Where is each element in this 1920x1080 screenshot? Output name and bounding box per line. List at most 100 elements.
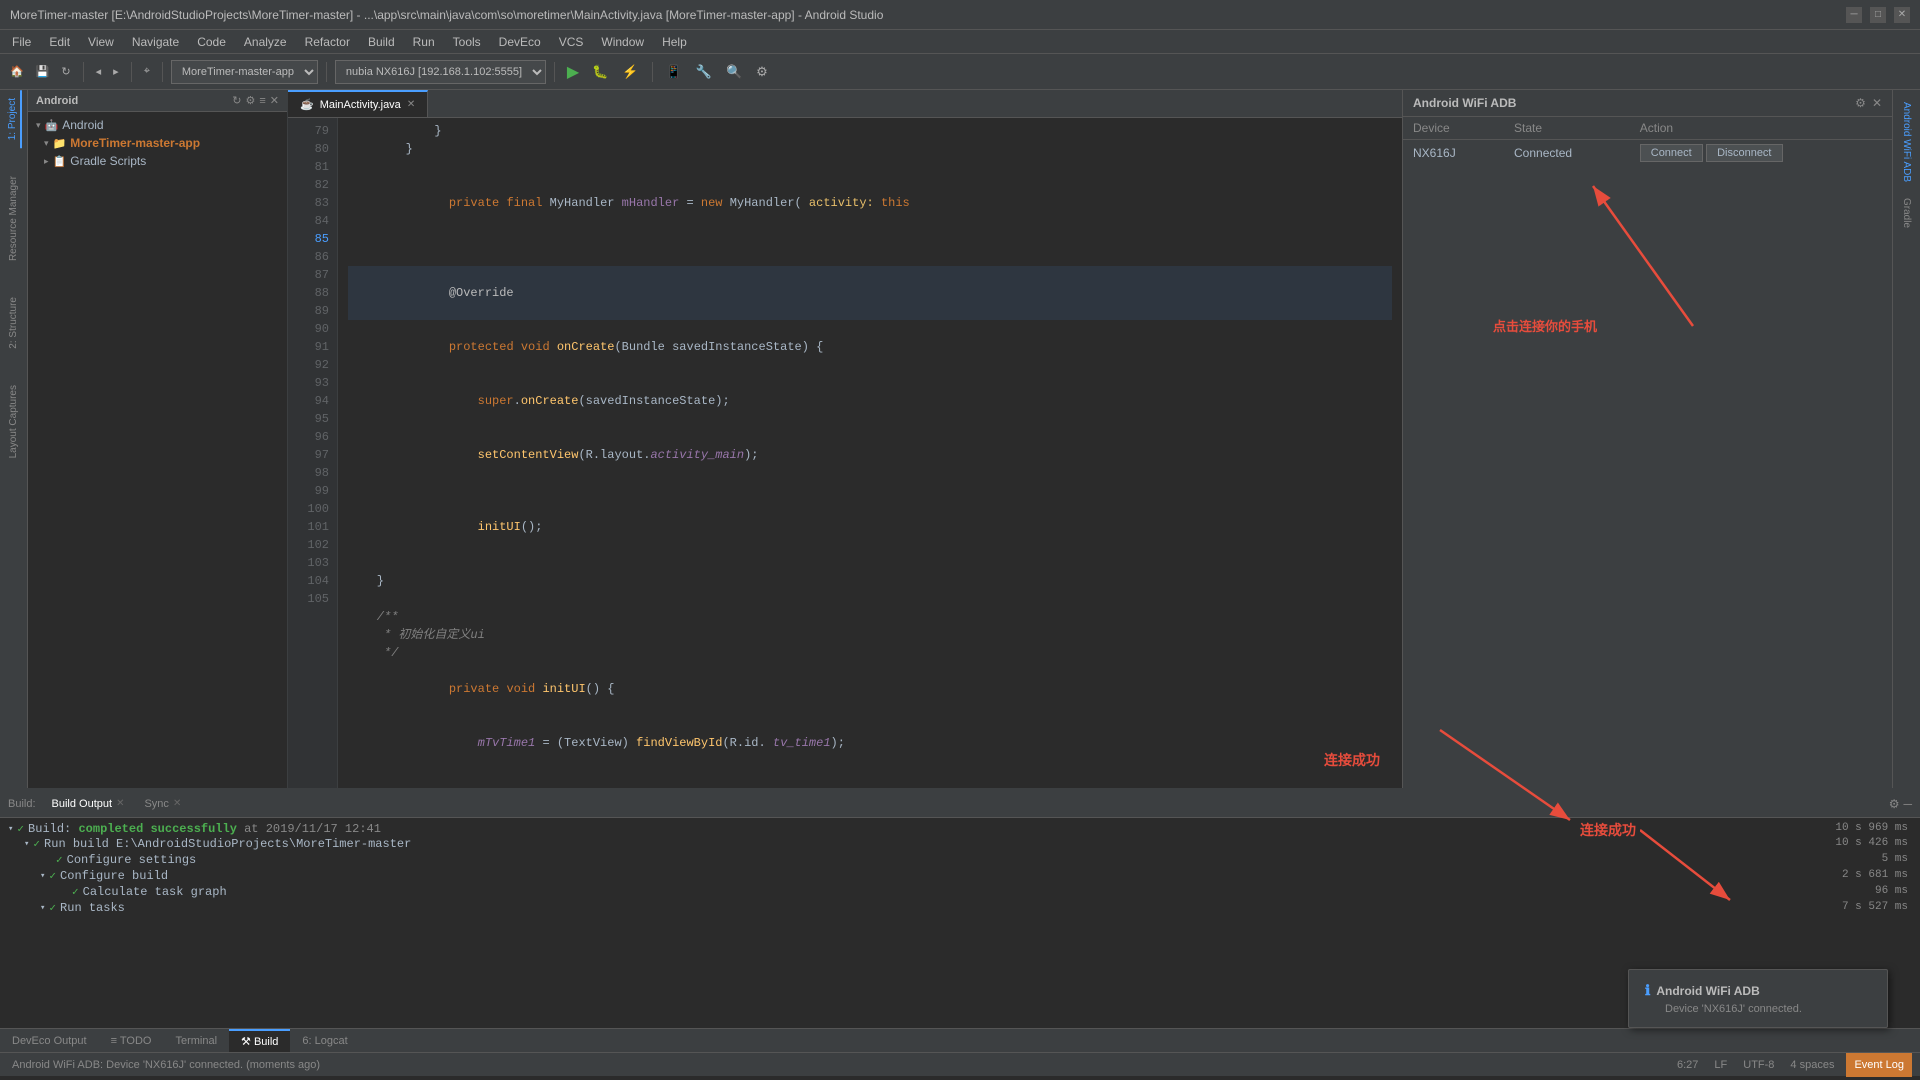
maximize-button[interactable]: □ (1870, 7, 1886, 23)
project-header-icons: ↻ ⚙ ≡ ✕ (232, 94, 279, 107)
disconnect-button[interactable]: Disconnect (1706, 144, 1782, 162)
expand-arrow-1[interactable]: ▾ (24, 839, 29, 849)
build-left-2: ✓ Configure settings (40, 853, 1878, 867)
sync-close[interactable]: ✕ (173, 798, 181, 809)
tool-tab-todo[interactable]: ≡ TODO (99, 1029, 164, 1052)
toolbar-cursor-btn[interactable]: ⌖ (140, 63, 154, 80)
device-dropdown[interactable]: nubia NX616J [192.168.1.102:5555] (335, 60, 546, 84)
linenum-84: 84 (296, 212, 329, 230)
sidebar-tab-resource[interactable]: Resource Manager (6, 168, 21, 269)
separator3 (162, 62, 163, 82)
debug-button[interactable]: 🐛 (587, 62, 613, 82)
connect-button[interactable]: Connect (1640, 144, 1703, 162)
panel-close-btn[interactable]: ✕ (1872, 96, 1882, 110)
expand-arrow-3[interactable]: ▾ (40, 871, 45, 881)
toolbar-home-btn[interactable]: 🏠 (6, 63, 28, 80)
build-row-3: ▾ ✓ Configure build 2 s 681 ms (8, 868, 1912, 884)
status-indent: 4 spaces (1786, 1059, 1838, 1071)
wifi-adb-title: Android WiFi ADB (1413, 96, 1516, 110)
tree-arrow-app: ▾ (44, 138, 49, 149)
menu-edit[interactable]: Edit (41, 33, 78, 51)
tool-tab-logcat[interactable]: 6: Logcat (290, 1029, 359, 1052)
tree-android-root[interactable]: ▾ 🤖 Android (28, 116, 287, 134)
menu-code[interactable]: Code (189, 33, 234, 51)
menu-build[interactable]: Build (360, 33, 403, 51)
linenum-89: 89 (296, 302, 329, 320)
code-line-83 (348, 230, 1392, 248)
minimize-button[interactable]: ─ (1846, 7, 1862, 23)
menu-vcs[interactable]: VCS (551, 33, 592, 51)
linenum-94: 94 (296, 392, 329, 410)
project-close-icon[interactable]: ✕ (270, 94, 279, 107)
wifi-adb-header: Android WiFi ADB ⚙ ✕ (1403, 90, 1892, 117)
menu-file[interactable]: File (4, 33, 39, 51)
run-button[interactable]: ▶ (563, 60, 583, 84)
code-line-98: mTvTime1 = (TextView) findViewById(R.id.… (348, 716, 1392, 770)
menu-refactor[interactable]: Refactor (297, 33, 358, 51)
build-tabs-row: Build: Build Output ✕ Sync ✕ ⚙ ─ (0, 790, 1920, 818)
tree-gradle-node[interactable]: ▸ 📋 Gradle Scripts (28, 152, 287, 170)
search-button[interactable]: 🔍 (721, 62, 747, 82)
build-text-4: Calculate task graph (83, 885, 227, 899)
status-encoding: UTF-8 (1739, 1059, 1778, 1071)
tool-tab-build[interactable]: ⚒ Build (229, 1029, 290, 1052)
sync-tab[interactable]: Sync ✕ (136, 796, 189, 812)
menu-run[interactable]: Run (405, 33, 443, 51)
menu-tools[interactable]: Tools (445, 33, 489, 51)
wifi-adb-body: 点击连接你的手机 (1403, 166, 1892, 788)
sidebar-tab-project[interactable]: 1: Project (5, 90, 22, 148)
toolbar-sync-btn[interactable]: ↻ (57, 63, 74, 80)
build-settings-btn[interactable]: ⚙ (1889, 797, 1900, 811)
event-log-btn[interactable]: Event Log (1846, 1053, 1912, 1077)
tab-close-btn[interactable]: ✕ (407, 99, 415, 110)
settings-button[interactable]: ⚙ (751, 62, 773, 82)
tab-mainactivity[interactable]: ☕ MainActivity.java ✕ (288, 90, 428, 117)
project-dropdown[interactable]: MoreTimer-master-app (171, 60, 318, 84)
notification-popup: ℹ Android WiFi ADB Device 'NX616J' conne… (1628, 969, 1888, 1028)
menu-analyze[interactable]: Analyze (236, 33, 295, 51)
project-gear-icon[interactable]: ≡ (259, 94, 265, 107)
edge-tab-wifi-adb[interactable]: Android WiFi ADB (1899, 94, 1914, 190)
sidebar-tab-captures[interactable]: Layout Captures (6, 377, 21, 466)
toolbar-forward-btn[interactable]: ▸ (109, 63, 123, 80)
menu-window[interactable]: Window (593, 33, 652, 51)
build-minimize-btn[interactable]: ─ (1903, 797, 1912, 811)
code-line-97: private void initUI() { (348, 662, 1392, 716)
tool-tab-terminal[interactable]: Terminal (163, 1029, 229, 1052)
android-icon: 🤖 (45, 119, 59, 132)
menu-deveco[interactable]: DevEco (491, 33, 549, 51)
toolbar-back-btn[interactable]: ◂ (92, 63, 106, 80)
build-left-1: ▾ ✓ Run build E:\AndroidStudioProjects\M… (24, 837, 1831, 851)
build-time-0: 10 s 969 ms (1835, 822, 1912, 834)
project-settings-icon[interactable]: ⚙ (245, 94, 255, 107)
code-line-86: protected void onCreate(Bundle savedInst… (348, 320, 1392, 374)
build-output-close[interactable]: ✕ (116, 798, 124, 809)
tree-app-node[interactable]: ▾ 📁 MoreTimer-master-app (28, 134, 287, 152)
menu-help[interactable]: Help (654, 33, 695, 51)
expand-arrow-0[interactable]: ▾ (8, 824, 13, 834)
toolbar-save-btn[interactable]: 💾 (32, 63, 54, 80)
build-row-4: ✓ Calculate task graph 96 ms (8, 884, 1912, 900)
edge-tab-gradle[interactable]: Gradle (1899, 190, 1914, 236)
status-right: 6:27 LF UTF-8 4 spaces Event Log (1673, 1053, 1912, 1077)
expand-arrow-5[interactable]: ▾ (40, 903, 45, 913)
sdk-button[interactable]: 🔧 (691, 62, 717, 82)
project-sync-icon[interactable]: ↻ (232, 94, 241, 107)
connect-annotation: 点击连接你的手机 (1493, 316, 1597, 335)
close-button[interactable]: ✕ (1894, 7, 1910, 23)
avd-button[interactable]: 📱 (661, 62, 687, 82)
code-line-87: super.onCreate(savedInstanceState); (348, 374, 1392, 428)
panel-settings-btn[interactable]: ⚙ (1855, 96, 1866, 110)
code-content[interactable]: } } private final MyHandler mHandler = n… (338, 118, 1402, 788)
sidebar-tab-structure[interactable]: 2: Structure (6, 289, 21, 357)
tab-java-icon: ☕ (300, 98, 314, 111)
menu-navigate[interactable]: Navigate (124, 33, 187, 51)
build-output-tab[interactable]: Build Output ✕ (44, 796, 133, 812)
code-line-94: /** (348, 608, 1392, 626)
toolbar: 🏠 💾 ↻ ◂ ▸ ⌖ MoreTimer-master-app nubia N… (0, 54, 1920, 90)
build-left-4: ✓ Calculate task graph (56, 885, 1871, 899)
tool-tab-deveco[interactable]: DevEco Output (0, 1029, 99, 1052)
profile-button[interactable]: ⚡ (617, 62, 643, 82)
build-output-label: Build Output (52, 798, 113, 810)
menu-view[interactable]: View (80, 33, 122, 51)
